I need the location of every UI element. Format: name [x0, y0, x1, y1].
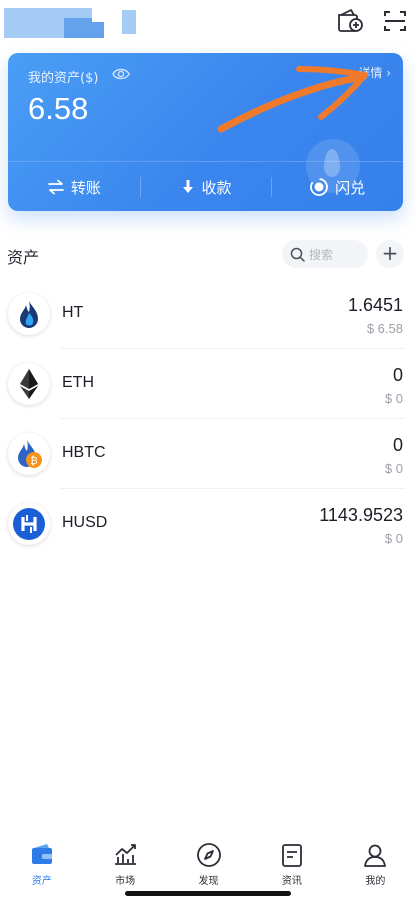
- tab-label: 发现: [198, 876, 219, 887]
- coin-name: ETH: [62, 374, 94, 391]
- tab-market[interactable]: 市场: [83, 836, 166, 899]
- coin-name: HUSD: [62, 514, 108, 531]
- coin-amount: 0: [392, 435, 403, 455]
- transfer-icon: [47, 179, 64, 195]
- bottom-tab-bar: 资产 市场 发现 资讯 我的: [0, 836, 417, 899]
- obscured-logo: [4, 8, 136, 40]
- receive-label: 收款: [201, 178, 232, 197]
- wallet-icon: [31, 844, 52, 864]
- tab-label: 市场: [115, 876, 136, 887]
- home-indicator: [125, 891, 291, 896]
- balance-value: 6.58: [28, 91, 89, 126]
- coin-amount: 1.6451: [347, 295, 403, 315]
- asset-search-input[interactable]: 搜索: [282, 240, 368, 268]
- swap-icon: [310, 178, 329, 196]
- transfer-label: 转账: [70, 178, 101, 197]
- asset-row-ht[interactable]: HT 1.6451 $ 6.58: [0, 279, 417, 349]
- tab-assets[interactable]: 资产: [0, 836, 83, 899]
- eth-coin-icon: [8, 363, 50, 405]
- chart-icon: [115, 844, 137, 865]
- coin-amount: 0: [392, 365, 403, 385]
- compass-icon: [196, 843, 221, 867]
- tab-news[interactable]: 资讯: [250, 836, 333, 899]
- tab-profile[interactable]: 我的: [334, 836, 417, 899]
- news-icon: [282, 844, 302, 867]
- coin-name: HT: [62, 304, 84, 321]
- hbtc-coin-icon: ₿: [8, 433, 50, 475]
- receive-icon: [182, 180, 193, 193]
- tab-label: 资产: [31, 876, 52, 887]
- tab-discover[interactable]: 发现: [167, 836, 250, 899]
- card-actions: 转账 收款 闪兑: [8, 163, 403, 211]
- profile-icon: [364, 844, 387, 867]
- top-bar: [0, 0, 417, 46]
- ht-coin-icon: [8, 293, 50, 335]
- coin-name: HBTC: [62, 444, 106, 461]
- swap-label: 闪兑: [335, 178, 366, 197]
- asset-row-husd[interactable]: HUSD 1143.9523 $ 0: [0, 489, 417, 559]
- swap-button[interactable]: 闪兑: [271, 163, 403, 211]
- coin-value: $ 0: [384, 531, 403, 546]
- asset-card: 我的资产($) 详情 › 6.58 转账 收款 闪兑: [8, 53, 403, 211]
- search-placeholder: 搜索: [309, 247, 334, 262]
- add-asset-button[interactable]: +: [376, 240, 404, 268]
- wallet-add-icon[interactable]: [335, 6, 365, 36]
- receive-button[interactable]: 收款: [139, 163, 272, 211]
- transfer-button[interactable]: 转账: [8, 163, 140, 211]
- coin-amount: 1143.9523: [319, 505, 403, 525]
- asset-row-hbtc[interactable]: ₿ HBTC 0 $ 0: [0, 419, 417, 489]
- tab-label: 资讯: [281, 876, 302, 887]
- coin-value: $ 0: [384, 391, 403, 406]
- search-icon: [290, 247, 305, 262]
- tab-label: 我的: [365, 876, 386, 887]
- assets-header: 资产 搜索 +: [0, 236, 417, 272]
- scan-icon[interactable]: [380, 6, 410, 36]
- coin-value: $ 6.58: [366, 321, 403, 336]
- eye-icon[interactable]: [112, 67, 130, 81]
- asset-label: 我的资产($): [28, 71, 99, 86]
- card-divider: [8, 161, 403, 162]
- coin-value: $ 0: [384, 461, 403, 476]
- svg-text:₿: ₿: [30, 455, 37, 467]
- asset-list: HT 1.6451 $ 6.58 ETH 0 $ 0 ₿ HBTC 0 $ 0: [0, 279, 417, 559]
- asset-row-eth[interactable]: ETH 0 $ 0: [0, 349, 417, 419]
- assets-title: 资产: [7, 248, 40, 267]
- husd-coin-icon: [8, 503, 50, 545]
